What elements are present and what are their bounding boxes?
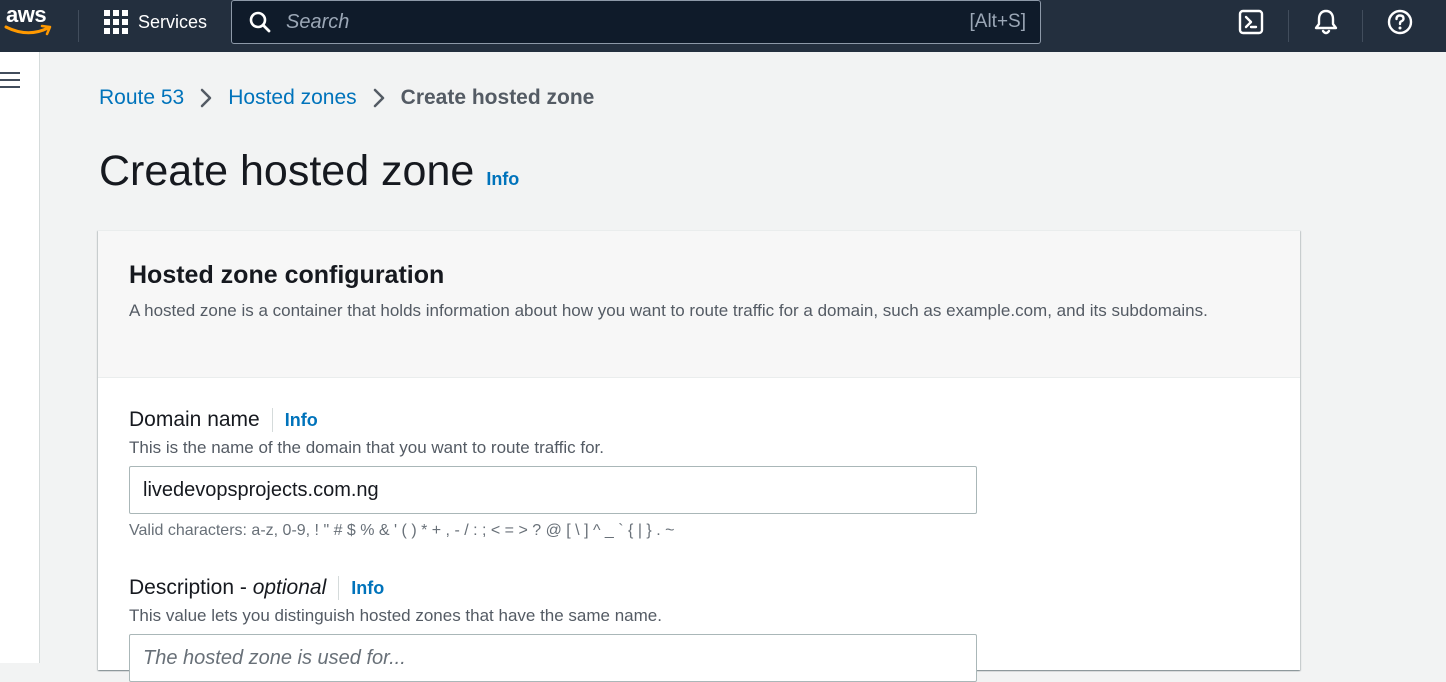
- panel-description: A hosted zone is a container that holds …: [129, 301, 1208, 320]
- aws-logo[interactable]: aws: [4, 2, 56, 42]
- chevron-right-icon: [373, 87, 385, 109]
- domain-name-constraint: Valid characters: a-z, 0-9, ! " # $ % & …: [129, 522, 675, 539]
- field-label-row: Description - optional Info: [129, 574, 1270, 602]
- domain-name-field: Domain name Info This is the name of the…: [129, 406, 1270, 540]
- optional-tag: optional: [252, 576, 327, 599]
- chevron-right-icon: [200, 87, 212, 109]
- domain-name-info-link[interactable]: Info: [285, 410, 318, 431]
- nav-divider: [1362, 10, 1363, 42]
- label-divider: [338, 576, 340, 600]
- page-info-link[interactable]: Info: [486, 169, 519, 190]
- domain-name-description: This is the name of the domain that you …: [129, 438, 604, 457]
- description-info-link[interactable]: Info: [351, 578, 384, 599]
- search-input[interactable]: [272, 2, 970, 42]
- panel-body: Domain name Info This is the name of the…: [98, 378, 1300, 682]
- aws-smile-icon: [4, 24, 52, 36]
- nav-divider: [78, 10, 79, 42]
- breadcrumb: Route 53 Hosted zones Create hosted zone: [99, 86, 594, 110]
- cloudshell-icon[interactable]: [1235, 6, 1267, 38]
- panel-title: Hosted zone configuration: [129, 261, 445, 289]
- nav-divider: [1288, 10, 1289, 42]
- side-navigation-rail: [0, 52, 40, 663]
- search-shortcut-hint: [Alt+S]: [969, 11, 1027, 32]
- field-label-row: Domain name Info: [129, 406, 1270, 434]
- panel-header: Hosted zone configuration A hosted zone …: [98, 231, 1300, 378]
- domain-name-label: Domain name: [129, 408, 260, 431]
- page-title: Create hosted zone: [99, 147, 475, 195]
- domain-name-input[interactable]: [129, 466, 977, 514]
- description-input[interactable]: [129, 634, 977, 682]
- breadcrumb-current: Create hosted zone: [400, 86, 595, 109]
- search-box[interactable]: [Alt+S]: [231, 0, 1041, 44]
- breadcrumb-link-route53[interactable]: Route 53: [99, 86, 184, 110]
- search-icon: [248, 10, 272, 34]
- services-label: Services: [138, 11, 208, 32]
- label-divider: [271, 408, 273, 432]
- hamburger-menu-icon[interactable]: [0, 72, 22, 92]
- description-field-help: This value lets you distinguish hosted z…: [129, 606, 662, 625]
- hosted-zone-configuration-panel: Hosted zone configuration A hosted zone …: [98, 230, 1300, 682]
- top-navigation: aws Services [Alt+S]: [0, 0, 1446, 52]
- help-icon[interactable]: [1384, 6, 1416, 38]
- grid-icon: [104, 10, 128, 34]
- services-menu-button[interactable]: Services: [96, 0, 215, 44]
- description-field: Description - optional Info This value l…: [129, 574, 1270, 682]
- bell-icon[interactable]: [1310, 6, 1342, 38]
- description-label: Description - optional: [129, 576, 327, 599]
- breadcrumb-link-hosted-zones[interactable]: Hosted zones: [228, 86, 356, 110]
- page-header: Create hosted zone Info: [99, 147, 519, 196]
